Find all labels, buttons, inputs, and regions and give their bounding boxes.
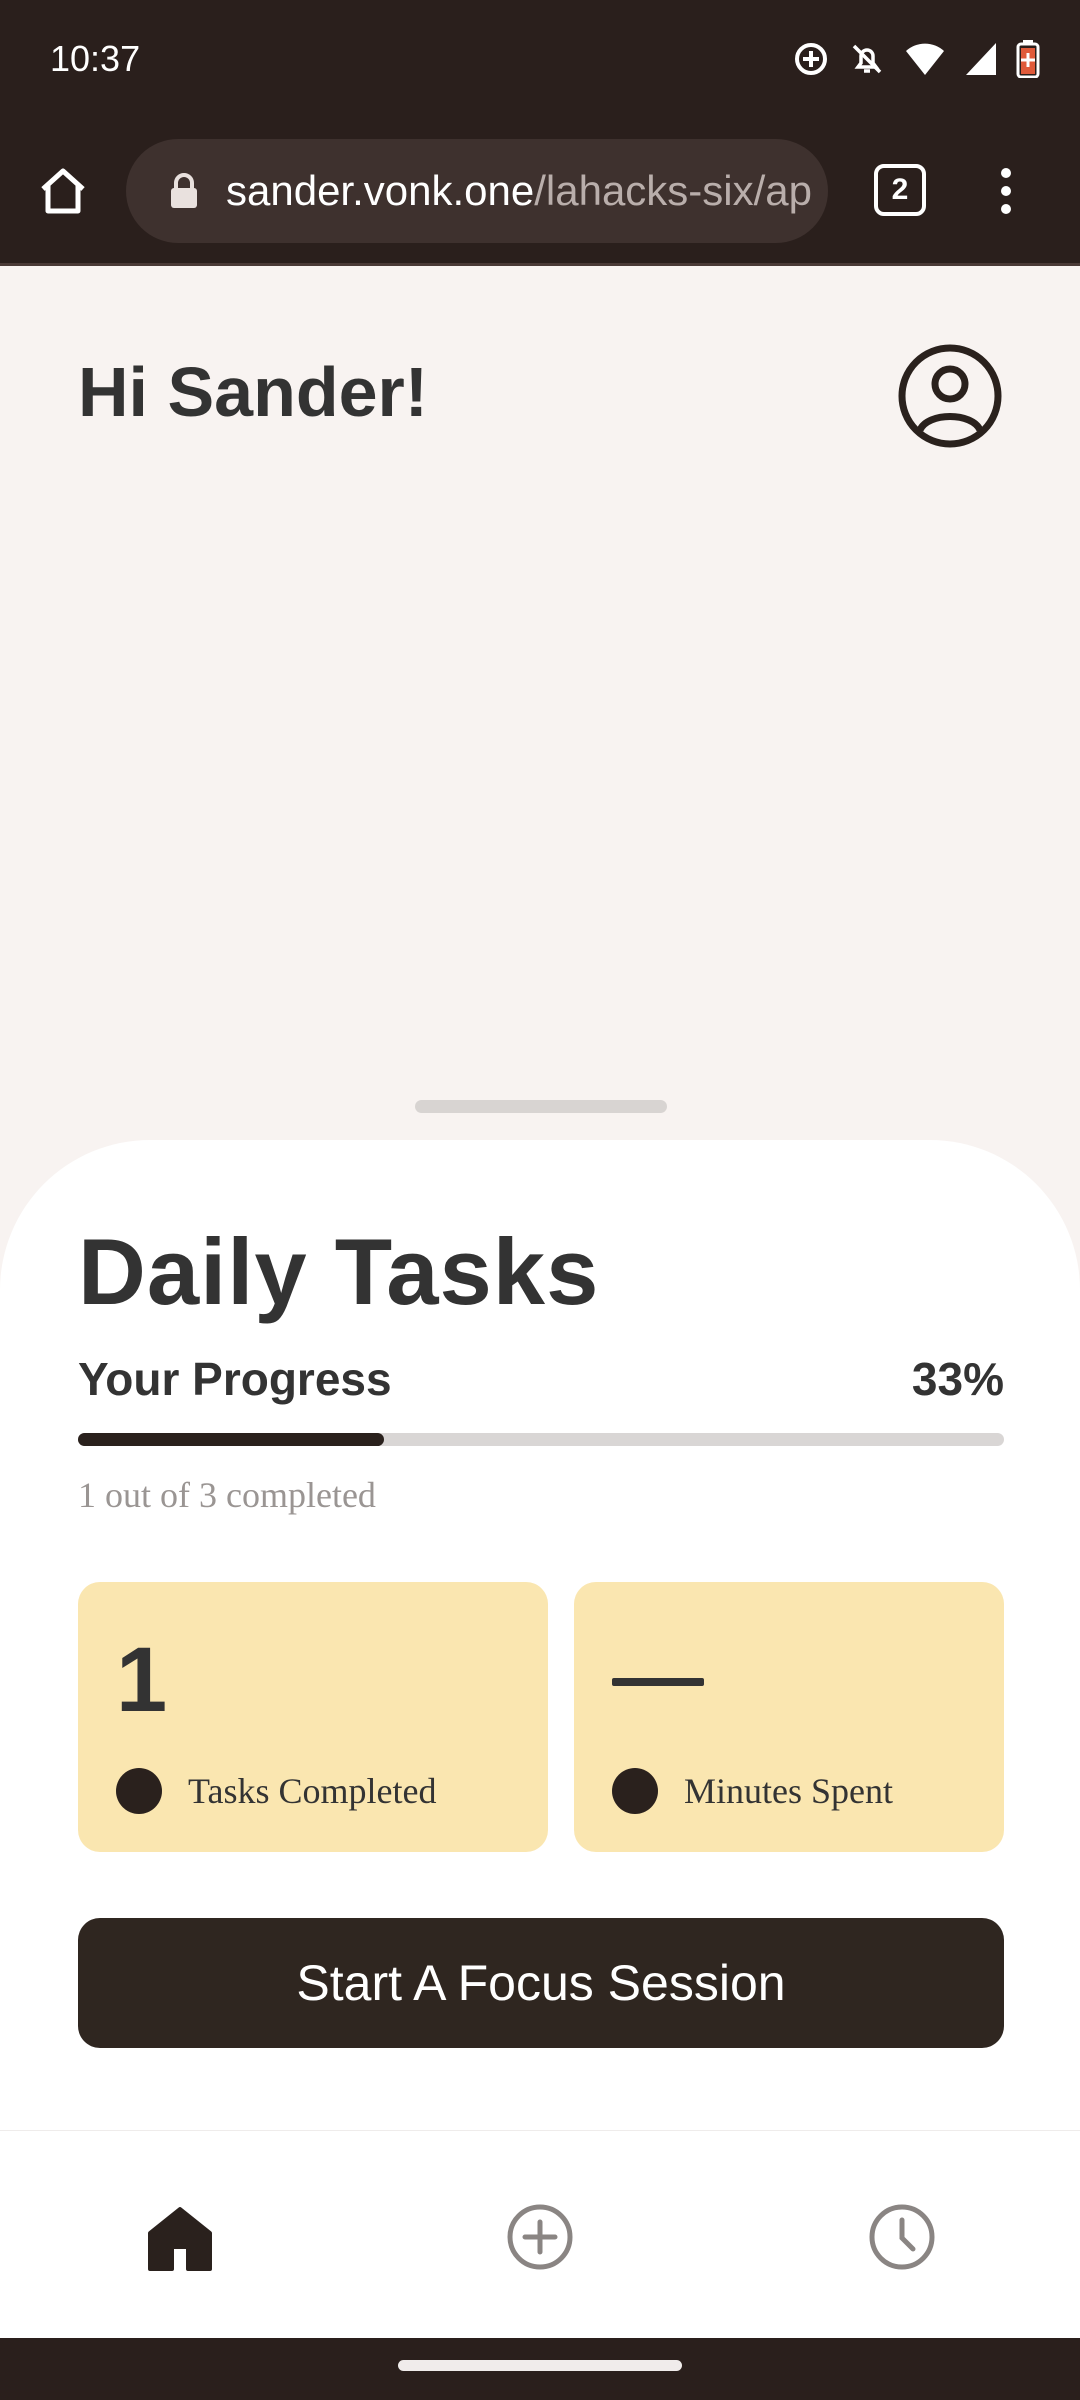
minutes-spent-label: Minutes Spent [684, 1771, 894, 1811]
start-focus-session-button[interactable]: Start A Focus Session [78, 1918, 1004, 2048]
progress-bar [78, 1433, 1004, 1446]
bell-off-icon [848, 40, 886, 78]
progress-caption: 1 out of 3 completed [78, 1475, 376, 1515]
tasks-completed-card: 1 Tasks Completed [78, 1582, 548, 1852]
bullet-dot-icon [116, 1768, 162, 1814]
lock-icon [164, 168, 204, 214]
status-time: 10:37 [50, 38, 141, 79]
tab-switcher-button[interactable]: 2 [874, 164, 926, 216]
signal-icon [964, 41, 998, 77]
url-bar[interactable]: sander.vonk.one/lahacks-six/ap [126, 139, 828, 243]
status-bar: 10:37 [0, 0, 1080, 118]
battery-icon [1016, 40, 1040, 78]
more-vert-icon [1001, 168, 1011, 214]
greeting-title: Hi Sander! [78, 353, 429, 431]
progress-bar-fill [78, 1433, 384, 1446]
add-icon [507, 2204, 573, 2270]
daily-tasks-title: Daily Tasks [78, 1219, 600, 1324]
home-icon [148, 2207, 212, 2271]
url-text: sander.vonk.one/lahacks-six/ap [226, 167, 816, 215]
status-icons [792, 36, 1040, 82]
minutes-spent-placeholder-dash [612, 1678, 704, 1686]
nav-history[interactable] [862, 2197, 942, 2277]
progress-percent: 33% [911, 1353, 1004, 1405]
url-path: /lahacks-six/ap [534, 167, 813, 214]
system-gesture-bar [0, 2338, 1080, 2400]
browser-toolbar: sander.vonk.one/lahacks-six/ap 2 [0, 118, 1080, 266]
browser-home-button[interactable] [30, 158, 96, 224]
profile-button[interactable] [896, 342, 1004, 450]
wifi-icon [904, 41, 946, 77]
sync-icon [792, 40, 830, 78]
minutes-spent-card: Minutes Spent [574, 1582, 1004, 1852]
tasks-completed-label: Tasks Completed [188, 1771, 437, 1811]
tasks-completed-value: 1 [116, 1629, 168, 1731]
bottom-navigation [0, 2130, 1080, 2338]
bullet-dot-icon [612, 1768, 658, 1814]
user-circle-icon [898, 344, 1002, 448]
sheet-drag-handle[interactable] [415, 1100, 667, 1113]
url-host: sander.vonk.one [226, 167, 535, 214]
home-outline-icon [41, 168, 85, 214]
history-icon [869, 2204, 935, 2270]
browser-menu-button[interactable] [986, 158, 1026, 224]
gesture-handle[interactable] [398, 2360, 682, 2371]
nav-home[interactable] [140, 2197, 220, 2277]
progress-label: Your Progress [78, 1353, 392, 1405]
nav-add-task[interactable] [500, 2197, 580, 2277]
